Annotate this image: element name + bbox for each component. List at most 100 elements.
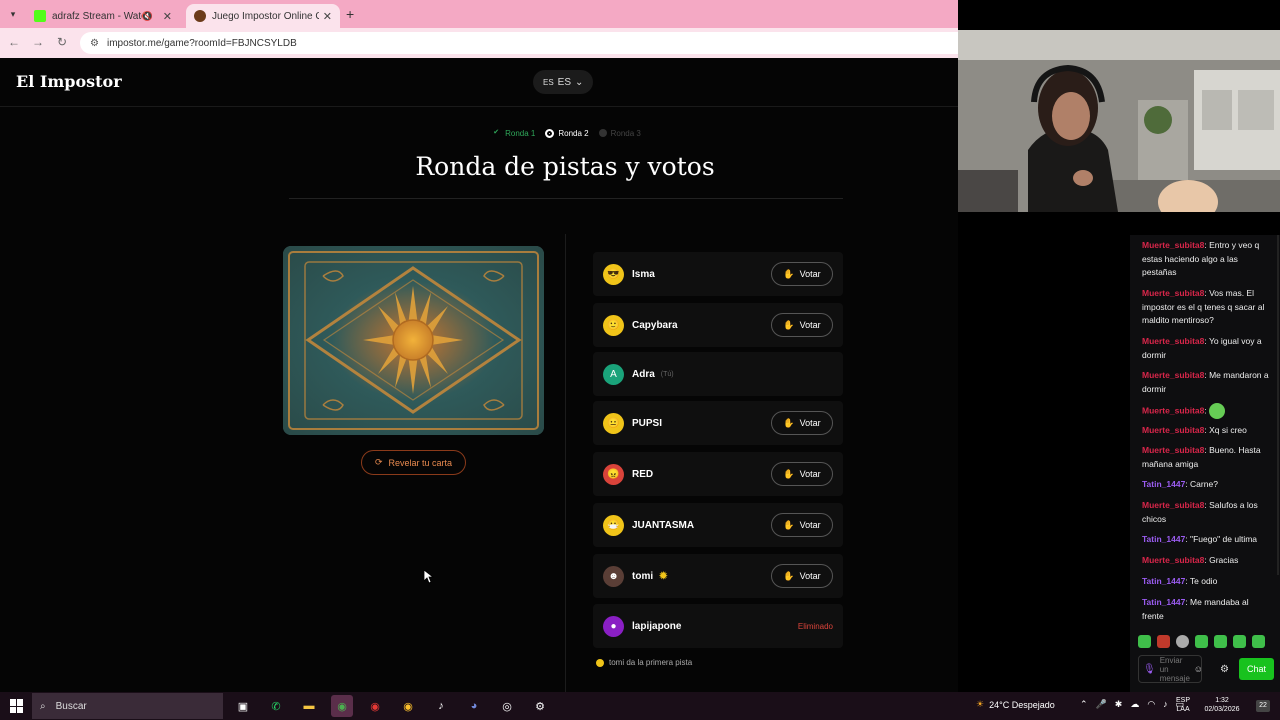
emote-icon[interactable] [1157, 635, 1170, 648]
volume-icon[interactable]: ♪ [1163, 699, 1168, 710]
clock[interactable]: 1:32 02/03/2026 [1200, 696, 1244, 714]
kick-favicon-icon [34, 10, 46, 22]
round-label: Ronda 2 [558, 128, 589, 138]
chat-username[interactable]: Tatin_1447 [1142, 534, 1185, 544]
player-row: 🙂 Capybara ✋ Votar [593, 303, 843, 347]
stream-chat: Muerte_subita8: Entro y veo q estas haci… [1130, 235, 1280, 692]
chat-username[interactable]: Tatin_1447 [1142, 576, 1185, 586]
chrome-icon[interactable]: ◉ [397, 695, 419, 717]
hidden-card[interactable] [283, 246, 544, 435]
app-icon[interactable]: ⚙ [529, 695, 551, 717]
site-logo[interactable]: El Impostor [16, 72, 122, 91]
player-name: RED [632, 468, 654, 480]
chat-username[interactable]: Muerte_subita8 [1142, 370, 1204, 380]
back-icon[interactable]: ← [6, 35, 22, 49]
send-chat-button[interactable]: Chat [1239, 658, 1274, 680]
weather-widget[interactable]: ☀ 24°C Despejado [976, 699, 1055, 710]
notification-badge[interactable]: 22 [1256, 700, 1270, 712]
microphone-icon[interactable]: 🎙 [1143, 664, 1156, 675]
hand-icon: ✋ [783, 268, 795, 279]
site-info-icon[interactable]: ⚙ [90, 38, 99, 49]
language-selector[interactable]: ES ES ⌄ [533, 70, 594, 94]
browser-tab-strip: ▾ adrafz Stream - Watch Live 🔇 ✕ Juego I… [0, 0, 958, 28]
file-explorer-icon[interactable]: ▬ [298, 695, 320, 717]
obs-icon[interactable]: ◎ [496, 695, 518, 717]
chrome-icon[interactable]: ◉ [331, 695, 353, 717]
vote-button[interactable]: ✋ Votar [771, 262, 833, 286]
round-label: Ronda 3 [610, 128, 641, 138]
reveal-label: Revelar tu carta [388, 457, 453, 468]
wifi-icon[interactable]: ◠ [1147, 699, 1155, 710]
chat-text: Te odio [1189, 576, 1218, 586]
keyboard-language[interactable]: ESP LAA [1176, 696, 1190, 714]
bluetooth-icon[interactable]: ✱ [1115, 699, 1123, 710]
windows-taskbar: ⌕ Buscar ▣ ✆ ▬ ◉ ◉ ◉ ♪ ◕ ◎ ⚙ ☀ 24°C Desp… [0, 692, 1280, 720]
vote-button[interactable]: ✋ Votar [771, 564, 833, 588]
sun-weather-icon: ☀ [976, 699, 985, 709]
chat-username[interactable]: Muerte_subita8 [1142, 555, 1204, 565]
address-bar[interactable]: ⚙ impostor.me/game?roomId=FBJNCSYLDB [80, 32, 958, 54]
new-tab-icon[interactable]: + [346, 6, 354, 22]
forward-icon[interactable]: → [30, 35, 46, 49]
chat-text: "Fuego" de ultima [1190, 534, 1258, 544]
chat-username[interactable]: Muerte_subita8 [1142, 500, 1204, 510]
emote-icon[interactable] [1252, 635, 1265, 648]
taskbar-search[interactable]: ⌕ Buscar [32, 693, 223, 719]
chat-username[interactable]: Muerte_subita8 [1142, 240, 1204, 250]
gear-icon[interactable]: ⚙ [1220, 664, 1229, 675]
windows-start-icon[interactable] [10, 699, 24, 713]
vote-button[interactable]: ✋ Votar [771, 313, 833, 337]
whatsapp-icon[interactable]: ✆ [265, 695, 287, 717]
search-placeholder: Buscar [55, 700, 87, 712]
tiktok-icon[interactable]: ♪ [430, 695, 452, 717]
chat-username[interactable]: Muerte_subita8 [1142, 445, 1204, 455]
muted-icon[interactable]: 🔇 [142, 11, 153, 22]
chat-message: Muerte_subita8: Xq si creo [1142, 425, 1247, 435]
tab-search-icon[interactable]: ▾ [6, 7, 20, 21]
chat-username[interactable]: Tatin_1447 [1142, 597, 1185, 607]
microphone-icon[interactable]: 🎤 [1096, 699, 1107, 710]
close-tab-icon[interactable]: ✕ [323, 10, 332, 23]
reveal-card-button[interactable]: ⟳ Revelar tu carta [361, 450, 466, 475]
round-progress: ✔ Ronda 1 Ronda 2 Ronda 3 [106, 128, 1026, 138]
vote-button[interactable]: ✋ Votar [771, 462, 833, 486]
tab-kick-stream[interactable]: adrafz Stream - Watch Live 🔇 ✕ [26, 4, 180, 28]
chrome-icon[interactable]: ◉ [364, 695, 386, 717]
chat-input[interactable]: 🎙 Enviar un mensaje ☺ [1138, 655, 1203, 683]
chevron-up-icon[interactable]: ⌃ [1080, 699, 1088, 710]
hand-icon: ✋ [783, 319, 795, 330]
task-view-icon[interactable]: ▣ [232, 695, 254, 717]
lang-line: LAA [1176, 706, 1190, 713]
emote-icon[interactable] [1214, 635, 1227, 648]
tab-impostor-game[interactable]: Juego Impostor Online Gratis ✕ [186, 4, 340, 28]
discord-icon[interactable]: ◕ [463, 695, 485, 717]
chat-text: Carne? [1190, 479, 1218, 489]
chat-scrollbar[interactable] [1277, 235, 1279, 575]
emote-icon[interactable] [1233, 635, 1246, 648]
emoji-picker-icon[interactable]: ☺ [1194, 664, 1203, 674]
chat-username[interactable]: Muerte_subita8 [1142, 405, 1204, 415]
refresh-icon: ⟳ [374, 457, 383, 467]
chat-username[interactable]: Tatin_1447 [1142, 479, 1185, 489]
turn-hint: tomi da la primera pista [596, 658, 692, 667]
vote-button[interactable]: ✋ Votar [771, 411, 833, 435]
chat-message: Muerte_subita8: [1142, 403, 1272, 419]
emote-icon[interactable] [1176, 635, 1189, 648]
mouse-cursor-icon [424, 570, 434, 584]
vote-label: Votar [799, 320, 821, 330]
chat-username[interactable]: Muerte_subita8 [1142, 425, 1204, 435]
emote-icon[interactable] [1195, 635, 1208, 648]
emote-icon[interactable] [1138, 635, 1151, 648]
vote-button[interactable]: ✋ Votar [771, 513, 833, 537]
close-tab-icon[interactable]: ✕ [163, 10, 172, 23]
chat-username[interactable]: Muerte_subita8 [1142, 336, 1204, 346]
chat-username[interactable]: Muerte_subita8 [1142, 288, 1204, 298]
taskbar-apps: ▣ ✆ ▬ ◉ ◉ ◉ ♪ ◕ ◎ ⚙ [232, 695, 551, 717]
webcam-overlay [958, 30, 1280, 212]
cloud-icon[interactable]: ☁ [1130, 699, 1139, 710]
lang-line: ESP [1176, 697, 1191, 704]
reload-icon[interactable]: ↻ [54, 35, 70, 49]
tab-title: adrafz Stream - Watch Live [52, 10, 142, 22]
chat-message: Muerte_subita8: Yo igual voy a dormir [1142, 336, 1262, 360]
player-row: ● lapijapone Eliminado [593, 604, 843, 648]
